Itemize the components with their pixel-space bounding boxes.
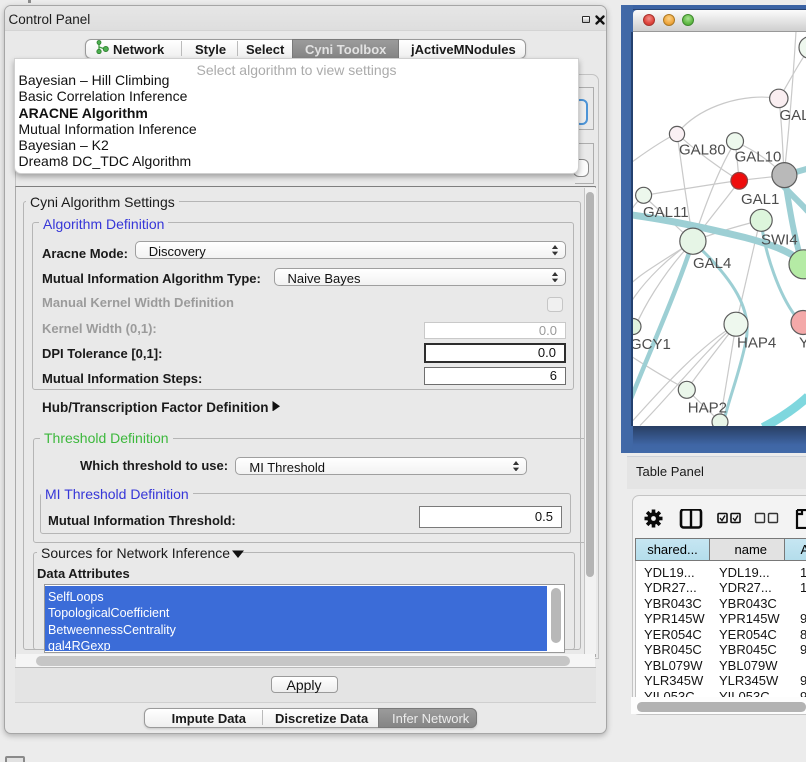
svg-text:GCY1: GCY1: [633, 336, 671, 353]
svg-text:GAL10: GAL10: [735, 148, 782, 165]
svg-text:GAL80: GAL80: [679, 141, 726, 158]
svg-text:SWI4: SWI4: [761, 231, 798, 248]
svg-text:GAL7: GAL7: [780, 107, 806, 124]
svg-text:HAP4: HAP4: [737, 334, 776, 351]
svg-text:GAL4: GAL4: [693, 255, 731, 272]
svg-text:GAL11: GAL11: [643, 204, 689, 221]
svg-text:HAP2: HAP2: [688, 399, 727, 416]
svg-text:YE: YE: [799, 334, 806, 351]
svg-text:GAL1: GAL1: [741, 191, 779, 208]
